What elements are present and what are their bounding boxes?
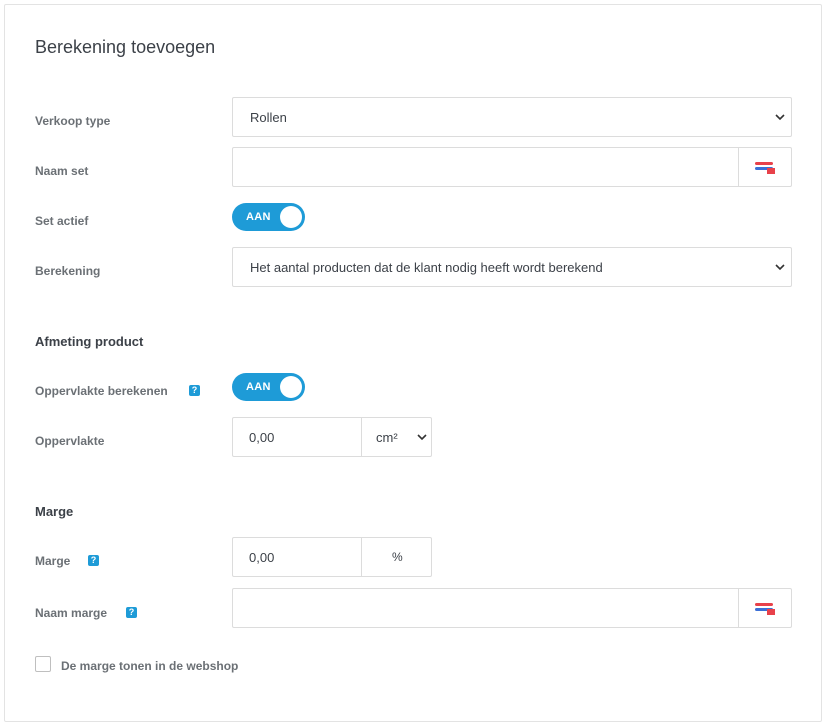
marge-heading: Marge: [35, 504, 74, 519]
afmeting-heading: Afmeting product: [35, 334, 144, 349]
oppervlakte-input[interactable]: 0,00 cm²: [232, 417, 432, 457]
berekening-label: Berekening: [35, 264, 101, 278]
help-icon[interactable]: ?: [189, 385, 200, 396]
marge-tonen-label: De marge tonen in de webshop: [61, 659, 239, 673]
oppervlakte-berekenen-label: Oppervlakte berekenen: [35, 384, 168, 398]
naam-set-input[interactable]: [232, 147, 792, 187]
naam-set-label: Naam set: [35, 164, 89, 178]
chevron-down-icon: [417, 434, 427, 441]
marge-input[interactable]: 0,00 %: [232, 537, 432, 577]
set-actief-label: Set actief: [35, 214, 89, 228]
chevron-down-icon: [775, 264, 785, 271]
berekening-value: Het aantal producten dat de klant nodig …: [250, 260, 603, 275]
verkoop-type-label: Verkoop type: [35, 114, 111, 128]
page-title: Berekening toevoegen: [35, 37, 216, 57]
oppervlakte-label: Oppervlakte: [35, 434, 105, 448]
oppervlakte-value: 0,00: [249, 430, 275, 445]
help-icon[interactable]: ?: [88, 555, 99, 566]
set-actief-toggle[interactable]: AAN: [232, 203, 305, 231]
marge-tonen-checkbox[interactable]: [35, 656, 51, 672]
chevron-down-icon: [775, 114, 785, 121]
marge-label: Marge: [35, 554, 71, 568]
flag-icon: [755, 603, 775, 615]
toggle-knob: [280, 206, 302, 228]
naam-marge-input[interactable]: [232, 588, 792, 628]
toggle-knob: [280, 376, 302, 398]
flag-icon: [755, 162, 775, 174]
toggle-text: AAN: [246, 211, 271, 223]
oppervlakte-berekenen-toggle[interactable]: AAN: [232, 373, 305, 401]
verkoop-type-value: Rollen: [250, 110, 287, 125]
berekening-select[interactable]: Het aantal producten dat de klant nodig …: [232, 247, 792, 287]
marge-unit: %: [361, 538, 431, 576]
language-flag-button[interactable]: [738, 589, 791, 627]
unit-value: %: [392, 550, 403, 564]
language-flag-button[interactable]: [738, 148, 791, 186]
help-icon[interactable]: ?: [126, 607, 137, 618]
oppervlakte-unit-select[interactable]: cm²: [361, 418, 431, 456]
verkoop-type-select[interactable]: Rollen: [232, 97, 792, 137]
unit-value: cm²: [376, 430, 398, 445]
toggle-text: AAN: [246, 381, 271, 393]
marge-value: 0,00: [249, 550, 275, 565]
naam-marge-label: Naam marge: [35, 606, 108, 620]
form-panel: Berekening toevoegen Verkoop type Rollen…: [4, 4, 822, 722]
